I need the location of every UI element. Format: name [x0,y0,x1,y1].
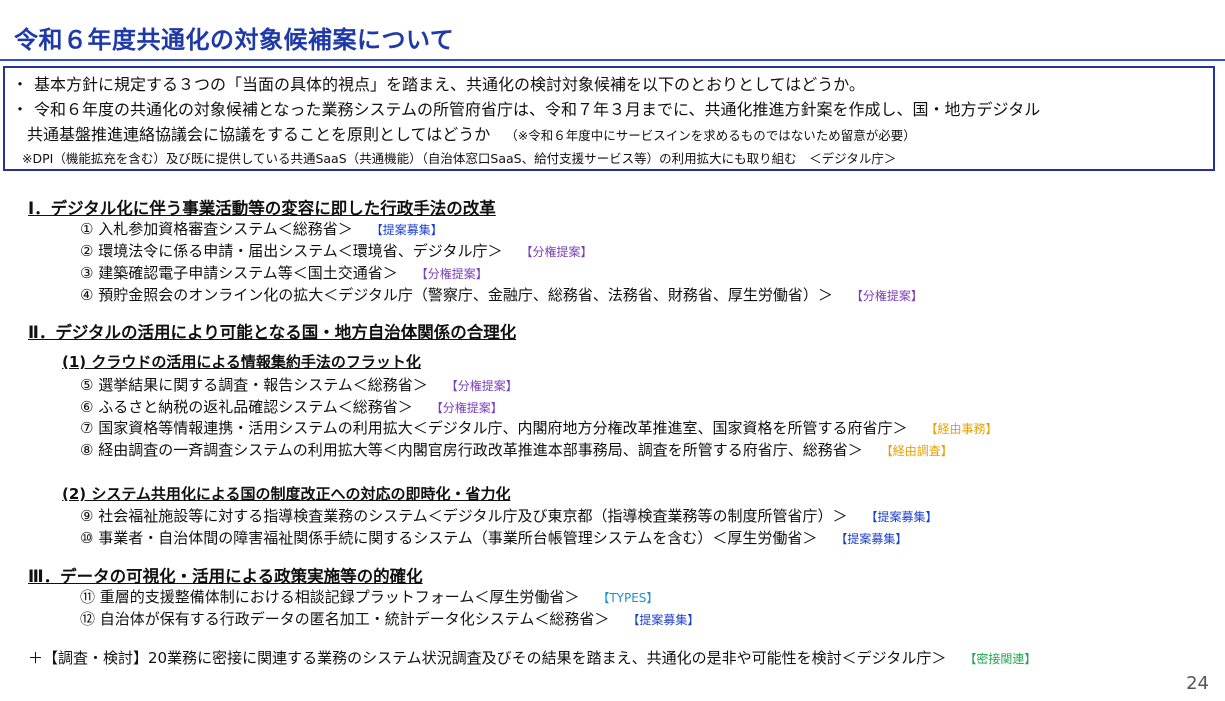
item-text: ⑤ 選挙結果に関する調査・報告システム＜総務省＞ [80,376,428,394]
list-item: ⑪ 重層的支援整備体制における相談記録プラットフォーム＜厚生労働省＞ 【TYPES… [80,586,658,607]
item-tag: 【提案募集】 [865,510,938,524]
section-heading-3: Ⅲ．データの可視化・活用による政策実施等の的確化 [28,567,423,586]
item-text: ⑩ 事業者・自治体間の障害福祉関係手続に関するシステム（事業所台帳管理システムを… [80,529,818,547]
item-text: ② 環境法令に係る申請・届出システム＜環境省、デジタル庁＞ [80,242,503,260]
item-tag: 【分権提案】 [445,379,518,393]
section-heading-2: Ⅱ．デジタルの活用により可能となる国・地方自治体関係の合理化 [28,323,517,342]
item-tag: 【経由事務】 [925,422,998,436]
list-item: ① 入札参加資格審査システム＜総務省＞ 【提案募集】 [80,218,443,239]
item-text: ⑧ 経由調査の一斉調査システムの利用拡大等＜内閣官房行政改革推進本部事務局、調査… [80,441,863,459]
summary-line-2: ・ 令和６年度の共通化の対象候補となった業務システムの所管府省庁は、令和７年３月… [12,96,1041,120]
item-text: ③ 建築確認電子申請システム等＜国土交通省＞ [80,264,398,282]
item-text: ④ 預貯金照会のオンライン化の拡大＜デジタル庁（警察庁、金融庁、総務省、法務省、… [80,286,833,304]
list-item: ⑥ ふるさと納税の返礼品確認システム＜総務省＞ 【分権提案】 [80,396,503,417]
title-divider [0,59,1225,61]
item-text: ⑪ 重層的支援整備体制における相談記録プラットフォーム＜厚生労働省＞ [80,588,580,606]
list-item: ⑦ 国家資格等情報連携・活用システムの利用拡大＜デジタル庁、内閣府地方分権改革推… [80,417,998,438]
section-heading-1: Ⅰ．デジタル化に伴う事業活動等の変容に即した行政手法の改革 [28,199,496,218]
page-title: 令和６年度共通化の対象候補案について [14,26,455,54]
item-tag: 【分権提案】 [430,401,503,415]
item-tag: 【経由調査】 [880,444,953,458]
list-item: ⑤ 選挙結果に関する調査・報告システム＜総務省＞ 【分権提案】 [80,374,518,395]
subsection-heading-2: (2) システム共用化による国の制度改正への対応の即時化・省力化 [62,485,511,503]
list-item: ② 環境法令に係る申請・届出システム＜環境省、デジタル庁＞ 【分権提案】 [80,240,592,261]
list-item: ⑩ 事業者・自治体間の障害福祉関係手続に関するシステム（事業所台帳管理システムを… [80,527,907,548]
footer-text: ＋【調査・検討】20業務に密接に関連する業務のシステム状況調査及びその結果を踏ま… [28,649,947,667]
item-tag: 【提案募集】 [835,532,908,546]
summary-line-3: 共通基盤推進連絡協議会に協議をすることを原則としてはどうか （※令和６年度中にサ… [27,121,916,145]
list-item: ⑨ 社会福祉施設等に対する指導検査業務のシステム＜デジタル庁及び東京都（指導検査… [80,505,938,526]
summary-text-2: 令和６年度の共通化の対象候補となった業務システムの所管府省庁は、令和７年３月まで… [34,100,1041,119]
summary-line-1: ・ 基本方針に規定する３つの「当面の具体的視点」を踏まえ、共通化の検討対象候補を… [12,71,865,95]
summary-text-1: 基本方針に規定する３つの「当面の具体的視点」を踏まえ、共通化の検討対象候補を以下… [34,75,865,94]
footer-tag: 【密接関連】 [964,652,1037,666]
subsection-heading-1: (1) クラウドの活用による情報集約手法のフラット化 [62,353,421,371]
list-item: ⑧ 経由調査の一斉調査システムの利用拡大等＜内閣官房行政改革推進本部事務局、調査… [80,439,953,460]
list-item: ④ 預貯金照会のオンライン化の拡大＜デジタル庁（警察庁、金融庁、総務省、法務省、… [80,284,923,305]
item-tag: 【分権提案】 [415,267,488,281]
page-number: 24 [1186,673,1209,694]
item-tag: 【分権提案】 [850,289,923,303]
bullet-mark: ・ [12,75,29,94]
summary-line-4: ※DPI（機能拡充を含む）及び既に提供している共通SaaS（共通機能）（自治体窓… [22,151,897,166]
item-text: ① 入札参加資格審査システム＜総務省＞ [80,220,353,238]
summary-text-3: 共通基盤推進連絡協議会に協議をすることを原則としてはどうか [27,125,491,144]
footer-note: ＋【調査・検討】20業務に密接に関連する業務のシステム状況調査及びその結果を踏ま… [28,647,1036,668]
item-text: ⑫ 自治体が保有する行政データの匿名加工・統計データ化システム＜総務省＞ [80,610,610,628]
item-text: ⑨ 社会福祉施設等に対する指導検査業務のシステム＜デジタル庁及び東京都（指導検査… [80,507,848,525]
summary-note: （※令和６年度中にサービスインを求めるものではないため留意が必要） [505,128,916,143]
item-tag: 【分権提案】 [520,245,593,259]
bullet-mark: ・ [12,100,29,119]
list-item: ③ 建築確認電子申請システム等＜国土交通省＞ 【分権提案】 [80,262,488,283]
item-text: ⑥ ふるさと納税の返礼品確認システム＜総務省＞ [80,398,413,416]
item-tag: 【提案募集】 [627,613,700,627]
item-text: ⑦ 国家資格等情報連携・活用システムの利用拡大＜デジタル庁、内閣府地方分権改革推… [80,419,908,437]
item-tag: 【TYPES】 [597,591,659,605]
item-tag: 【提案募集】 [370,223,443,237]
list-item: ⑫ 自治体が保有する行政データの匿名加工・統計データ化システム＜総務省＞ 【提案募… [80,608,699,629]
